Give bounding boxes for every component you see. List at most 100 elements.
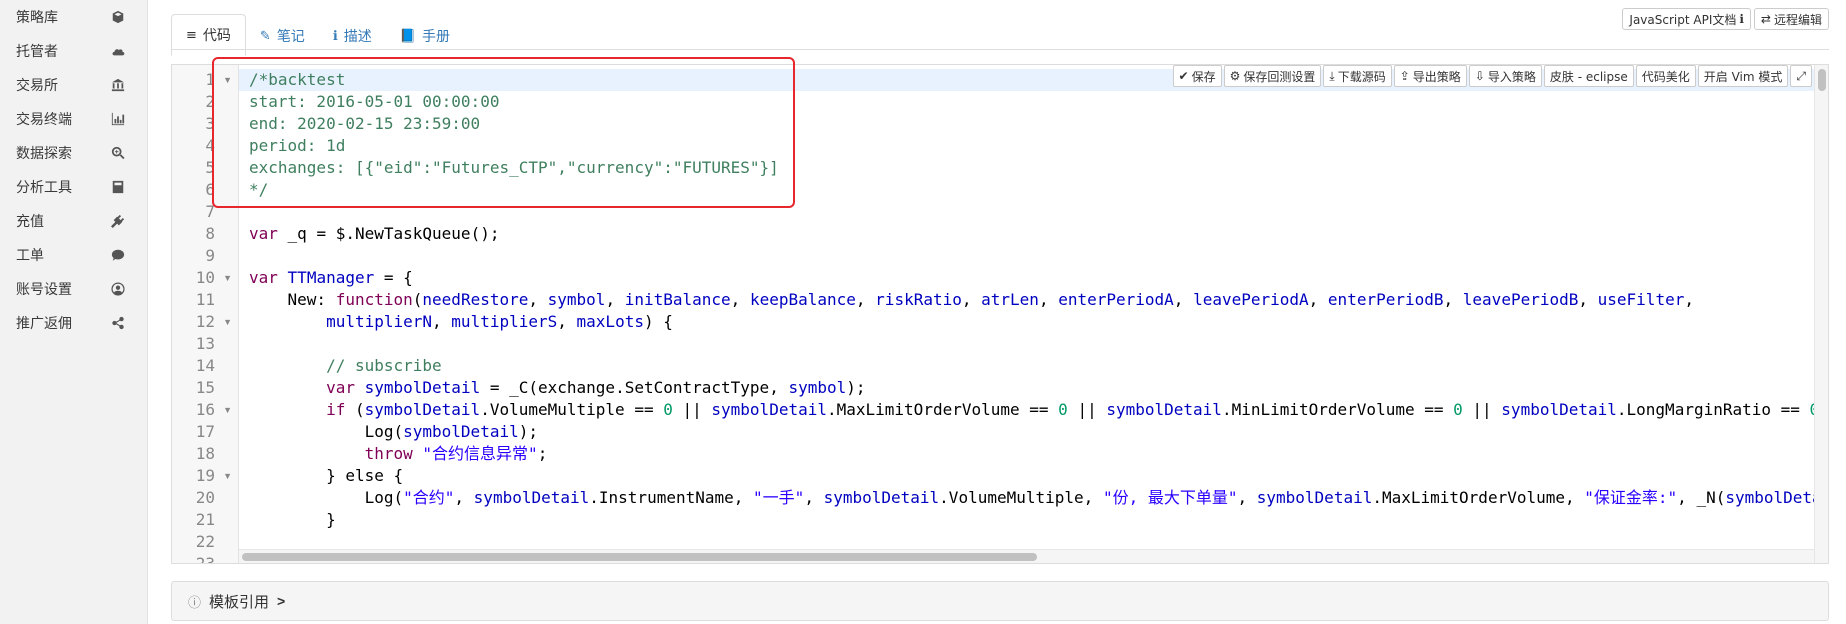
fold-arrow-icon[interactable]: ▼ bbox=[223, 311, 232, 333]
chevron-right-icon: > bbox=[277, 593, 286, 609]
sidebar-item-label: 分析工具 bbox=[16, 180, 72, 196]
code-line: period: 1d bbox=[249, 136, 346, 155]
tabs-divider bbox=[171, 49, 1829, 50]
line-number: 12 bbox=[195, 312, 215, 331]
save-button[interactable]: ✔ 保存 bbox=[1172, 65, 1222, 87]
line-number: 22 bbox=[195, 532, 215, 551]
template-reference-panel[interactable]: ⓘ 模板引用 > bbox=[171, 581, 1829, 621]
line-number: 19 bbox=[195, 466, 215, 485]
remote-edit-button[interactable]: ⇄ 远程编辑 bbox=[1753, 8, 1829, 30]
fold-arrow-icon[interactable]: ▼ bbox=[223, 399, 232, 421]
code-line: // subscribe bbox=[249, 356, 442, 375]
cloud-icon bbox=[110, 43, 126, 59]
sidebar-item-label: 推广返佣 bbox=[16, 316, 72, 332]
tab-description[interactable]: ℹ 描述 bbox=[319, 16, 386, 56]
sidebar-item-label: 托管者 bbox=[16, 44, 58, 60]
panel-title: 模板引用 bbox=[209, 592, 270, 611]
code-line: /*backtest bbox=[249, 70, 346, 89]
code-line: New: function(needRestore, symbol, initB… bbox=[249, 290, 1694, 309]
editor-toolbar: ✔ 保存 ⚙ 保存回测设置 ⤓ 下载源码 ⇪ 导出策略 ⇩ 导入策略 皮肤 - eclip… bbox=[1172, 65, 1812, 87]
horizontal-scrollbar[interactable] bbox=[239, 549, 1814, 563]
bar-chart-icon bbox=[110, 111, 126, 127]
sidebar-item-label: 交易终端 bbox=[16, 112, 72, 128]
sidebar-item-label: 账号设置 bbox=[16, 282, 72, 298]
scrollbar-thumb[interactable] bbox=[242, 553, 1037, 561]
search-plus-icon bbox=[110, 145, 126, 161]
info-icon: ℹ bbox=[1739, 12, 1744, 26]
fold-arrow-icon[interactable]: ▼ bbox=[223, 465, 232, 487]
sidebar-item-label: 数据探索 bbox=[16, 146, 72, 162]
line-number: 21 bbox=[195, 510, 215, 529]
fold-arrow-icon[interactable]: ▼ bbox=[223, 267, 232, 289]
line-number: 15 bbox=[195, 378, 215, 397]
tab-label: 笔记 bbox=[276, 29, 305, 45]
gear-icon: ⚙ bbox=[1229, 69, 1241, 83]
vim-mode-button[interactable]: 开启 Vim 模式 bbox=[1697, 65, 1789, 87]
download-icon: ⤓ bbox=[1329, 68, 1335, 83]
sidebar-item-label: 充值 bbox=[16, 214, 44, 230]
top-right-actions: JavaScript API文档 ℹ ⇄ 远程编辑 bbox=[1622, 8, 1829, 30]
sidebar-item-label: 工单 bbox=[16, 248, 44, 264]
plug-icon bbox=[110, 213, 126, 229]
edit-icon: ✎ bbox=[259, 28, 271, 44]
tab-notes[interactable]: ✎ 笔记 bbox=[246, 16, 319, 56]
line-number: 5 bbox=[205, 158, 215, 177]
api-doc-button[interactable]: JavaScript API文档 ℹ bbox=[1622, 8, 1751, 30]
line-number: 13 bbox=[195, 334, 215, 353]
line-number: 4 bbox=[205, 136, 215, 155]
line-number: 23 bbox=[195, 554, 215, 564]
share-icon bbox=[110, 315, 126, 331]
code-line: } bbox=[249, 510, 336, 529]
code-line: throw "合约信息异常"; bbox=[364, 444, 548, 463]
download-source-button[interactable]: ⤓ 下载源码 bbox=[1323, 65, 1392, 87]
line-number: 11 bbox=[195, 290, 215, 309]
code-area[interactable]: /*backtest start: 2016-05-01 00:00:00 en… bbox=[239, 65, 1814, 563]
line-number: 6 bbox=[205, 180, 215, 199]
api-doc-label: JavaScript API文档 bbox=[1629, 12, 1737, 27]
comment-icon bbox=[110, 247, 126, 263]
user-circle-icon bbox=[110, 281, 126, 297]
save-backtest-settings-button[interactable]: ⚙ 保存回测设置 bbox=[1223, 65, 1322, 87]
tab-label: 手册 bbox=[421, 29, 450, 45]
code-line: var symbolDetail = _C(exchange.SetContra… bbox=[326, 378, 866, 397]
sidebar-item-label: 策略库 bbox=[16, 10, 58, 26]
line-number: 2 bbox=[205, 92, 215, 111]
check-icon: ✔ bbox=[1178, 69, 1189, 83]
line-number: 1 bbox=[205, 70, 215, 89]
code-line: exchanges: [{"eid":"Futures_CTP","curren… bbox=[249, 158, 779, 177]
code-line: var TTManager = { bbox=[249, 268, 413, 287]
line-number: 8 bbox=[205, 224, 215, 243]
line-number: 18 bbox=[195, 444, 215, 463]
code-editor[interactable]: 1 ▼ 2 3 4 5 6 7 8 9 10 ▼ 11 12 ▼ 13 14 1… bbox=[171, 64, 1829, 564]
bank-icon bbox=[110, 77, 126, 93]
code-line: */ bbox=[249, 180, 269, 199]
export-strategy-button[interactable]: ⇪ 导出策略 bbox=[1393, 65, 1467, 87]
import-icon: ⇩ bbox=[1474, 69, 1485, 83]
beautify-button[interactable]: 代码美化 bbox=[1635, 65, 1696, 87]
skin-button[interactable]: 皮肤 - eclipse bbox=[1543, 65, 1634, 87]
list-icon: ≡ bbox=[186, 27, 197, 43]
info-circle-icon: ⓘ bbox=[188, 594, 202, 610]
line-number: 7 bbox=[205, 202, 215, 221]
code-line: Log(symbolDetail); bbox=[249, 422, 538, 441]
sidebar-item-referral[interactable]: 推广返佣 bbox=[0, 303, 148, 343]
book-icon: 📘 bbox=[399, 28, 416, 44]
line-number: 20 bbox=[195, 488, 215, 507]
tab-manual[interactable]: 📘 手册 bbox=[386, 16, 464, 56]
export-icon: ⇪ bbox=[1399, 69, 1410, 83]
vertical-scrollbar[interactable] bbox=[1814, 65, 1828, 563]
import-strategy-button[interactable]: ⇩ 导入策略 bbox=[1468, 65, 1542, 87]
line-number: 17 bbox=[195, 422, 215, 441]
code-line: start: 2016-05-01 00:00:00 bbox=[249, 92, 500, 111]
code-line: end: 2020-02-15 23:59:00 bbox=[249, 114, 481, 133]
fold-arrow-icon[interactable]: ▼ bbox=[223, 69, 232, 91]
sidebar-item-label: 交易所 bbox=[16, 78, 58, 94]
scrollbar-thumb[interactable] bbox=[1818, 69, 1826, 91]
retweet-icon: ⇄ bbox=[1760, 12, 1771, 26]
line-number: 16 bbox=[195, 400, 215, 419]
calculator-icon bbox=[110, 179, 126, 195]
line-gutter: 1 ▼ 2 3 4 5 6 7 8 9 10 ▼ 11 12 ▼ 13 14 1… bbox=[172, 65, 239, 563]
tab-label: 描述 bbox=[343, 29, 372, 45]
fullscreen-button[interactable]: ⤢ bbox=[1790, 65, 1812, 87]
code-line: Log("合约", symbolDetail.InstrumentName, "… bbox=[249, 488, 1814, 507]
